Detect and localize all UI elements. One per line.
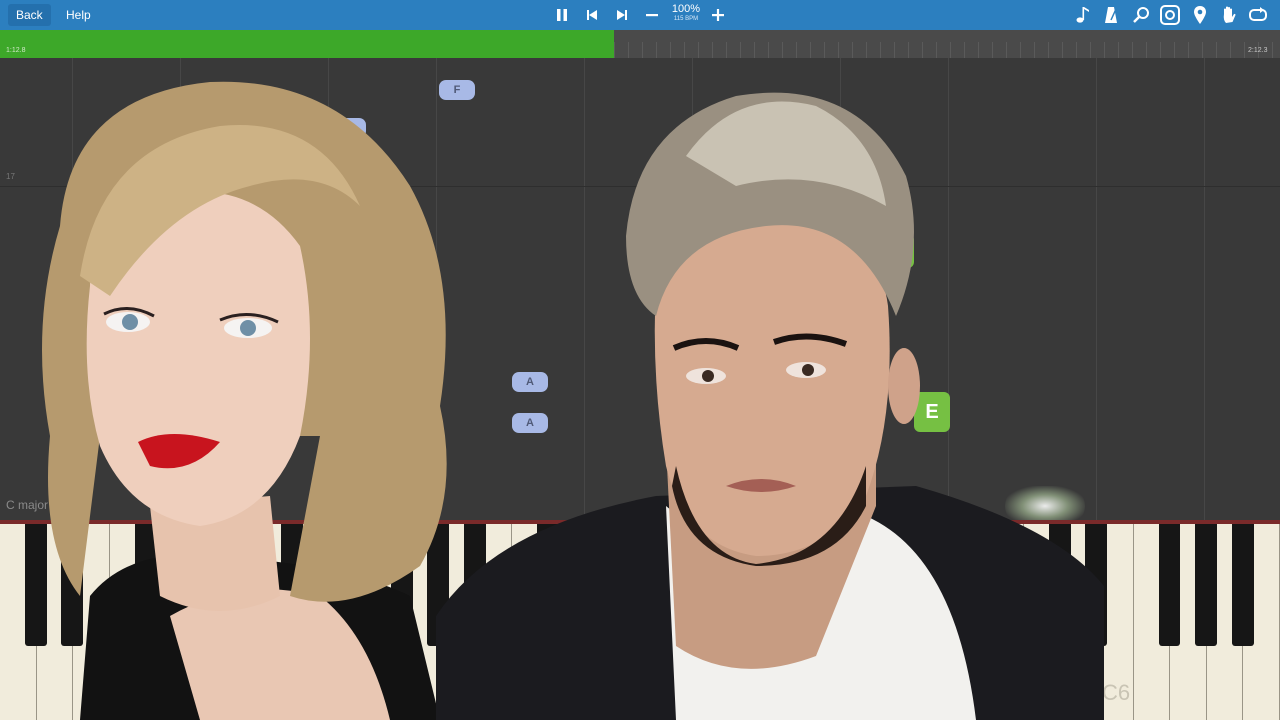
minus-icon bbox=[646, 14, 658, 17]
black-key bbox=[1195, 524, 1218, 646]
search-button[interactable] bbox=[1130, 4, 1152, 26]
location-icon bbox=[1194, 6, 1206, 24]
man-portrait-photo bbox=[436, 92, 1104, 720]
next-button[interactable] bbox=[610, 3, 634, 27]
metronome-button[interactable] bbox=[1100, 4, 1122, 26]
loop-icon bbox=[1249, 7, 1267, 21]
elapsed-time: 1:12.8 bbox=[6, 47, 26, 54]
next-icon bbox=[617, 10, 627, 20]
pause-icon bbox=[557, 9, 567, 21]
plus-icon bbox=[712, 9, 724, 21]
metronome-icon bbox=[1105, 7, 1117, 23]
hand-button[interactable] bbox=[1218, 4, 1240, 26]
woman-portrait-photo bbox=[42, 81, 447, 720]
note-icon bbox=[1076, 7, 1089, 23]
black-key bbox=[1158, 524, 1181, 646]
tempo-bpm: 115 BPM bbox=[673, 16, 699, 22]
toolbar: Back Help 100% 115 BPM bbox=[0, 0, 1280, 30]
measure-number: 17 bbox=[6, 172, 15, 181]
location-button[interactable] bbox=[1189, 4, 1211, 26]
loop-button[interactable] bbox=[1247, 4, 1269, 26]
help-button[interactable]: Help bbox=[58, 4, 99, 26]
octave-label: C6 bbox=[1102, 680, 1131, 705]
settings-button[interactable] bbox=[1159, 4, 1181, 26]
tempo-decrease-button[interactable] bbox=[640, 3, 664, 27]
hand-icon bbox=[1223, 6, 1236, 23]
total-time: 2:12.3 bbox=[1248, 47, 1268, 54]
previous-icon bbox=[587, 10, 597, 20]
tempo-increase-button[interactable] bbox=[706, 3, 730, 27]
pause-button[interactable] bbox=[550, 3, 574, 27]
back-button[interactable]: Back bbox=[8, 4, 51, 26]
note-button[interactable] bbox=[1072, 4, 1094, 26]
progress-played bbox=[0, 30, 615, 58]
black-key bbox=[1231, 524, 1254, 646]
tempo-display: 100% 115 BPM bbox=[668, 3, 704, 23]
tempo-percent: 100% bbox=[671, 3, 701, 15]
search-icon bbox=[1133, 7, 1149, 23]
previous-button[interactable] bbox=[580, 3, 604, 27]
timeline-ticks bbox=[614, 42, 1280, 58]
settings-icon bbox=[1160, 5, 1180, 25]
progress-bar[interactable]: 1:12.8 2:12.3 bbox=[0, 30, 1280, 58]
grid-line bbox=[1204, 58, 1205, 520]
